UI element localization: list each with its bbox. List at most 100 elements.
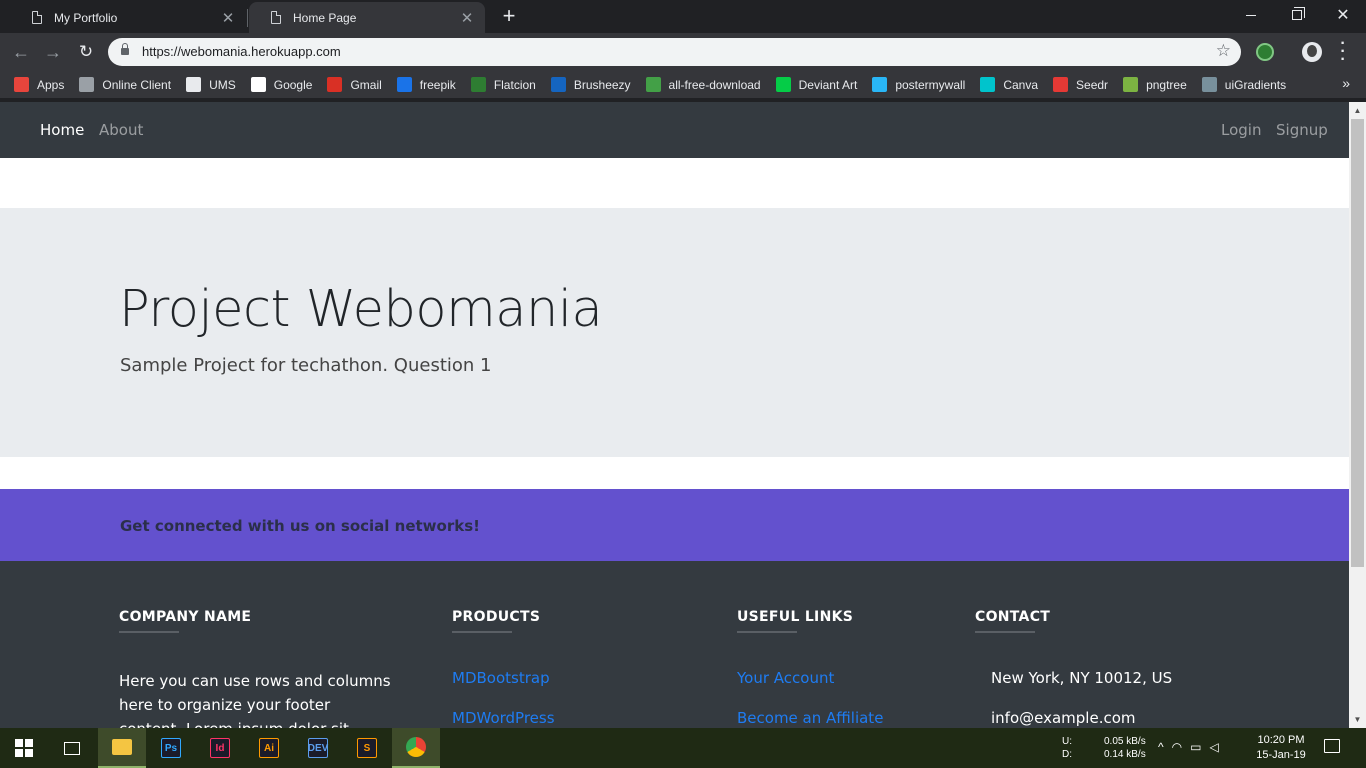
- back-arrow-icon[interactable]: ←: [10, 41, 32, 63]
- nav-about-link[interactable]: About: [99, 121, 143, 139]
- nav-signup-link[interactable]: Signup: [1276, 121, 1328, 139]
- volume-icon[interactable]: ◁: [1209, 740, 1226, 754]
- upload-label: U:: [1062, 736, 1072, 747]
- system-clock[interactable]: 10:20 PM 15-Jan-19: [1252, 733, 1310, 763]
- uigradients-icon: [1201, 77, 1217, 92]
- bookmark-label: Google: [273, 77, 313, 92]
- net-rates: 0.05 kB/s 0.14 kB/s: [1104, 735, 1146, 761]
- sublime-taskbar-button[interactable]: S: [343, 728, 391, 768]
- footer-products-column: PRODUCTS MDBootstrap MDWordPress: [452, 609, 555, 727]
- bookmark-star-icon[interactable]: ☆: [1216, 41, 1231, 61]
- tab-home-page[interactable]: Home Page ✕: [249, 2, 485, 33]
- bookmark-postermywall[interactable]: postermywall: [872, 77, 965, 92]
- bookmark-label: UMS: [209, 77, 236, 92]
- system-tray-icons[interactable]: ^◠▭◁: [1158, 740, 1227, 754]
- devc-taskbar-button[interactable]: DEV: [294, 728, 342, 768]
- reload-icon[interactable]: ↻: [75, 41, 97, 63]
- start-button[interactable]: [0, 728, 48, 768]
- tab-title: Home Page: [293, 10, 357, 25]
- more-bookmarks-chevron-icon[interactable]: »: [1342, 75, 1350, 91]
- bookmark-deviant-art[interactable]: Deviant Art: [775, 77, 857, 92]
- scroll-thumb[interactable]: [1351, 119, 1364, 567]
- indesign-icon: Id: [210, 738, 230, 758]
- hero-jumbotron: Project Webomania Sample Project for tec…: [0, 208, 1349, 457]
- page-icon: [271, 11, 281, 24]
- page-scrollbar[interactable]: ▲ ▼: [1349, 102, 1366, 728]
- net-labels: U: D:: [1062, 735, 1072, 761]
- chrome-taskbar-button[interactable]: [392, 728, 440, 768]
- bookmark-all-free-download[interactable]: all-free-download: [645, 77, 761, 92]
- bookmark-label: Seedr: [1076, 77, 1109, 92]
- footer-company-text: Here you can use rows and columns here t…: [119, 672, 391, 728]
- deviantart-icon: [775, 77, 791, 92]
- footer-company-column: COMPANY NAME Here you can use rows and c…: [119, 609, 391, 728]
- download-rate: 0.14 kB/s: [1104, 749, 1146, 760]
- file-explorer-taskbar-button[interactable]: [98, 728, 146, 768]
- download-label: D:: [1062, 749, 1072, 760]
- chrome-icon: [406, 737, 426, 757]
- nav-login-link[interactable]: Login: [1221, 121, 1261, 139]
- forward-arrow-icon[interactable]: →: [42, 41, 64, 63]
- bookmark-apps[interactable]: Apps: [14, 77, 64, 92]
- action-center-icon[interactable]: [1324, 739, 1340, 753]
- nav-home-link[interactable]: Home: [40, 121, 84, 139]
- profile-avatar-icon[interactable]: [1302, 42, 1322, 62]
- footer-link-your-account[interactable]: Your Account: [737, 669, 834, 687]
- upload-rate: 0.05 kB/s: [1104, 736, 1146, 747]
- bookmark-google[interactable]: Google: [250, 77, 313, 92]
- page-icon: [32, 11, 42, 24]
- close-window-button[interactable]: ✕: [1320, 0, 1366, 30]
- tab-title: My Portfolio: [54, 10, 118, 25]
- footer-heading: USEFUL LINKS: [737, 609, 854, 625]
- bookmark-pngtree[interactable]: pngtree: [1123, 77, 1187, 92]
- bookmark-flatcion[interactable]: Flatcion: [470, 77, 536, 92]
- wifi-icon[interactable]: ◠: [1172, 740, 1190, 754]
- bookmark-seedr[interactable]: Seedr: [1053, 77, 1108, 92]
- footer-link-mdbootstrap[interactable]: MDBootstrap: [452, 669, 550, 687]
- bookmark-freepik[interactable]: freepik: [396, 77, 456, 92]
- scroll-up-arrow-icon[interactable]: ▲: [1349, 102, 1366, 119]
- bookmark-canva[interactable]: Canva: [980, 77, 1038, 92]
- tab-my-portfolio[interactable]: My Portfolio ✕: [10, 2, 246, 33]
- new-tab-plus-icon[interactable]: +: [497, 5, 521, 29]
- footer-link-mdwordpress[interactable]: MDWordPress: [452, 709, 555, 727]
- bookmark-label: freepik: [419, 77, 456, 92]
- bookmark-label: postermywall: [895, 77, 966, 92]
- show-hidden-icons-chevron-icon[interactable]: ^: [1158, 740, 1172, 754]
- contact-address: New York, NY 10012, US: [991, 669, 1173, 687]
- footer-link-become-affiliate[interactable]: Become an Affiliate: [737, 709, 883, 727]
- illustrator-taskbar-button[interactable]: Ai: [245, 728, 293, 768]
- indesign-taskbar-button[interactable]: Id: [196, 728, 244, 768]
- apps-grid-icon: [14, 77, 29, 92]
- bookmark-ums[interactable]: UMS: [186, 77, 236, 92]
- footer-heading: COMPANY NAME: [119, 609, 252, 625]
- windows-logo-icon: [15, 739, 33, 757]
- lock-icon[interactable]: [121, 43, 129, 55]
- bookmark-label: Canva: [1003, 77, 1039, 92]
- document-icon: [186, 77, 202, 92]
- bookmark-uigradients[interactable]: uiGradients: [1201, 77, 1287, 92]
- address-bar[interactable]: https://webomania.herokuapp.com ☆: [108, 38, 1241, 66]
- close-icon[interactable]: ✕: [459, 9, 475, 27]
- bookmark-label: Online Client: [102, 77, 172, 92]
- bookmark-gmail[interactable]: Gmail: [327, 77, 382, 92]
- bookmark-online-client[interactable]: Online Client: [79, 77, 171, 92]
- task-view-icon: [64, 741, 80, 755]
- pngtree-icon: [1123, 77, 1139, 92]
- url-text[interactable]: https://webomania.herokuapp.com: [142, 44, 341, 59]
- bookmark-brusheezy[interactable]: Brusheezy: [550, 77, 631, 92]
- cloud-icon: [79, 77, 95, 92]
- photoshop-taskbar-button[interactable]: Ps: [147, 728, 195, 768]
- task-view-button[interactable]: [48, 728, 96, 768]
- minimize-icon: [1246, 14, 1256, 16]
- gmail-icon: [327, 77, 343, 92]
- chrome-menu-icon[interactable]: · · ·: [1336, 36, 1350, 68]
- battery-icon[interactable]: ▭: [1190, 740, 1209, 754]
- minimize-window-button[interactable]: [1228, 0, 1274, 30]
- restore-window-button[interactable]: [1274, 0, 1320, 30]
- bookmark-label: uiGradients: [1224, 77, 1287, 92]
- scroll-down-arrow-icon[interactable]: ▼: [1349, 711, 1366, 728]
- close-icon[interactable]: ✕: [220, 9, 236, 27]
- hero-title: Project Webomania: [119, 280, 603, 339]
- extension-icon[interactable]: [1256, 43, 1274, 61]
